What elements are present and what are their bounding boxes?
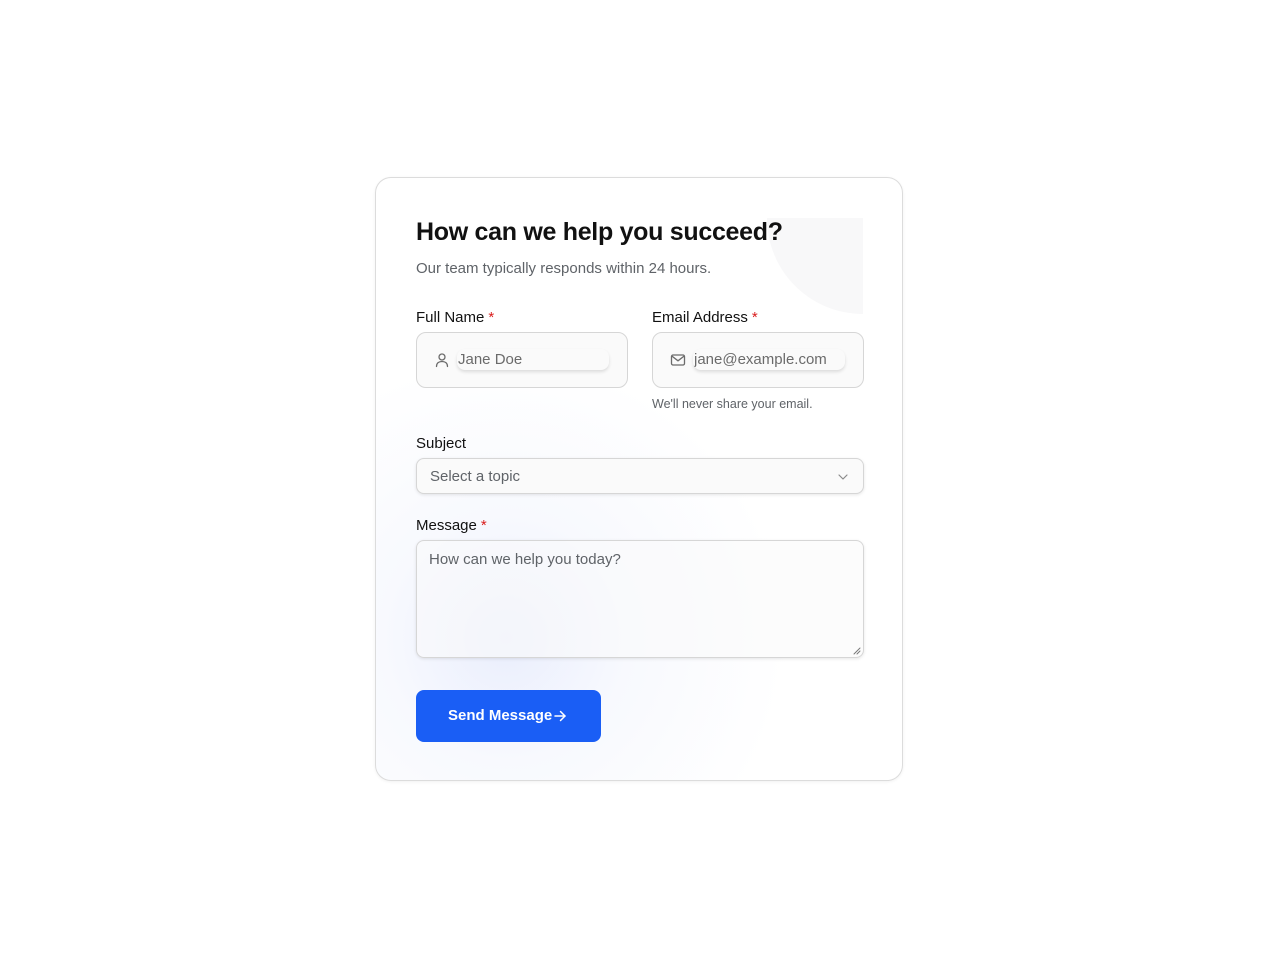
required-marker: * — [480, 517, 487, 534]
subject-select[interactable]: Select a topic — [416, 458, 864, 494]
subject-label: Subject — [416, 435, 466, 452]
message-label-text: Message — [416, 517, 477, 534]
form-subtitle: Our team typically responds within 24 ho… — [416, 260, 712, 277]
required-marker: * — [488, 309, 495, 326]
resize-handle-icon[interactable] — [853, 647, 861, 655]
user-icon — [435, 353, 449, 368]
message-textarea[interactable] — [416, 540, 864, 658]
full-name-label: Full Name * — [416, 309, 494, 326]
chevron-down-icon — [838, 474, 848, 480]
subject-label-text: Subject — [416, 435, 467, 452]
message-label: Message * — [416, 517, 487, 534]
mail-icon — [670, 354, 686, 366]
full-name-field[interactable] — [416, 332, 628, 388]
form-title: How can we help you succeed? — [416, 218, 783, 246]
email-helper-text: We'll never share your email. — [652, 397, 813, 411]
subject-select-value: Select a topic — [430, 468, 521, 485]
required-marker: * — [751, 309, 758, 326]
contact-form-card: How can we help you succeed? Our team ty… — [375, 177, 903, 781]
send-message-button[interactable]: Send Message — [416, 690, 601, 742]
arrow-right-icon — [554, 710, 566, 722]
full-name-input[interactable] — [457, 349, 609, 370]
full-name-label-text: Full Name — [416, 309, 485, 326]
email-field[interactable] — [652, 332, 864, 388]
email-input[interactable] — [693, 349, 845, 370]
email-label: Email Address * — [652, 309, 758, 326]
email-label-text: Email Address — [652, 309, 748, 326]
send-message-label: Send Message — [448, 707, 553, 724]
